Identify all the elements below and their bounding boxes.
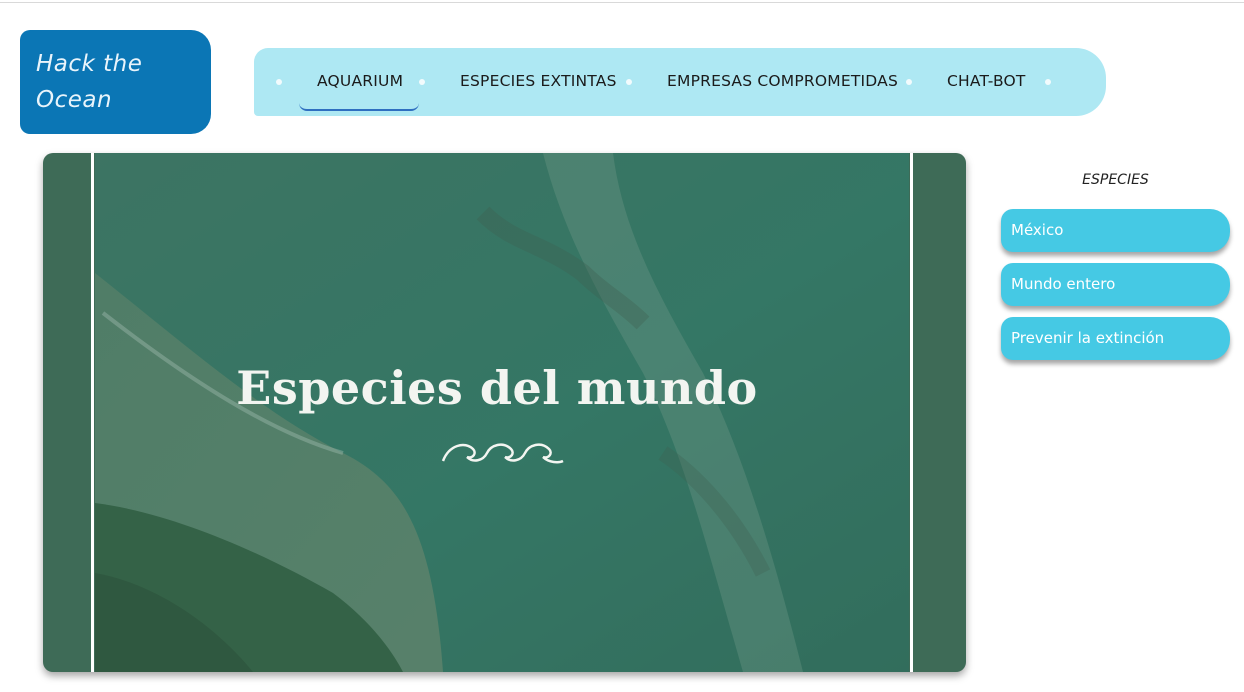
nav-item-aquarium[interactable]: AQUARIUM — [317, 72, 403, 90]
frame-border-left — [91, 153, 94, 672]
nav-item-chat-bot[interactable]: CHAT-BOT — [947, 72, 1026, 90]
mundo-entero-button[interactable]: Mundo entero — [1001, 263, 1230, 306]
hero-banner: Especies del mundo — [43, 153, 966, 672]
nav-separator-dot — [276, 79, 282, 85]
waves-icon — [441, 443, 564, 464]
mexico-button[interactable]: México — [1001, 209, 1230, 252]
nav-separator-dot — [419, 79, 425, 85]
sidebar-title: ESPECIES — [1082, 172, 1149, 188]
nav-item-especies-extintas[interactable]: ESPECIES EXTINTAS — [460, 72, 617, 90]
hero-title: Especies del mundo — [236, 361, 758, 415]
nav-separator-dot — [1045, 79, 1051, 85]
nav-separator-dot — [626, 79, 632, 85]
nav-item-empresas-comprometidas[interactable]: EMPRESAS COMPROMETIDAS — [667, 72, 898, 90]
site-logo[interactable]: Hack the Ocean — [20, 30, 211, 134]
nav-separator-dot — [906, 79, 912, 85]
active-tab-indicator — [299, 103, 419, 111]
top-divider — [0, 2, 1244, 3]
prevenir-extincion-button[interactable]: Prevenir la extinción — [1001, 317, 1230, 360]
main-navigation: AQUARIUM ESPECIES EXTINTAS EMPRESAS COMP… — [254, 48, 1106, 116]
frame-border-right — [910, 153, 913, 672]
logo-line-1: Hack the — [36, 51, 143, 77]
logo-line-2: Ocean — [36, 87, 113, 113]
